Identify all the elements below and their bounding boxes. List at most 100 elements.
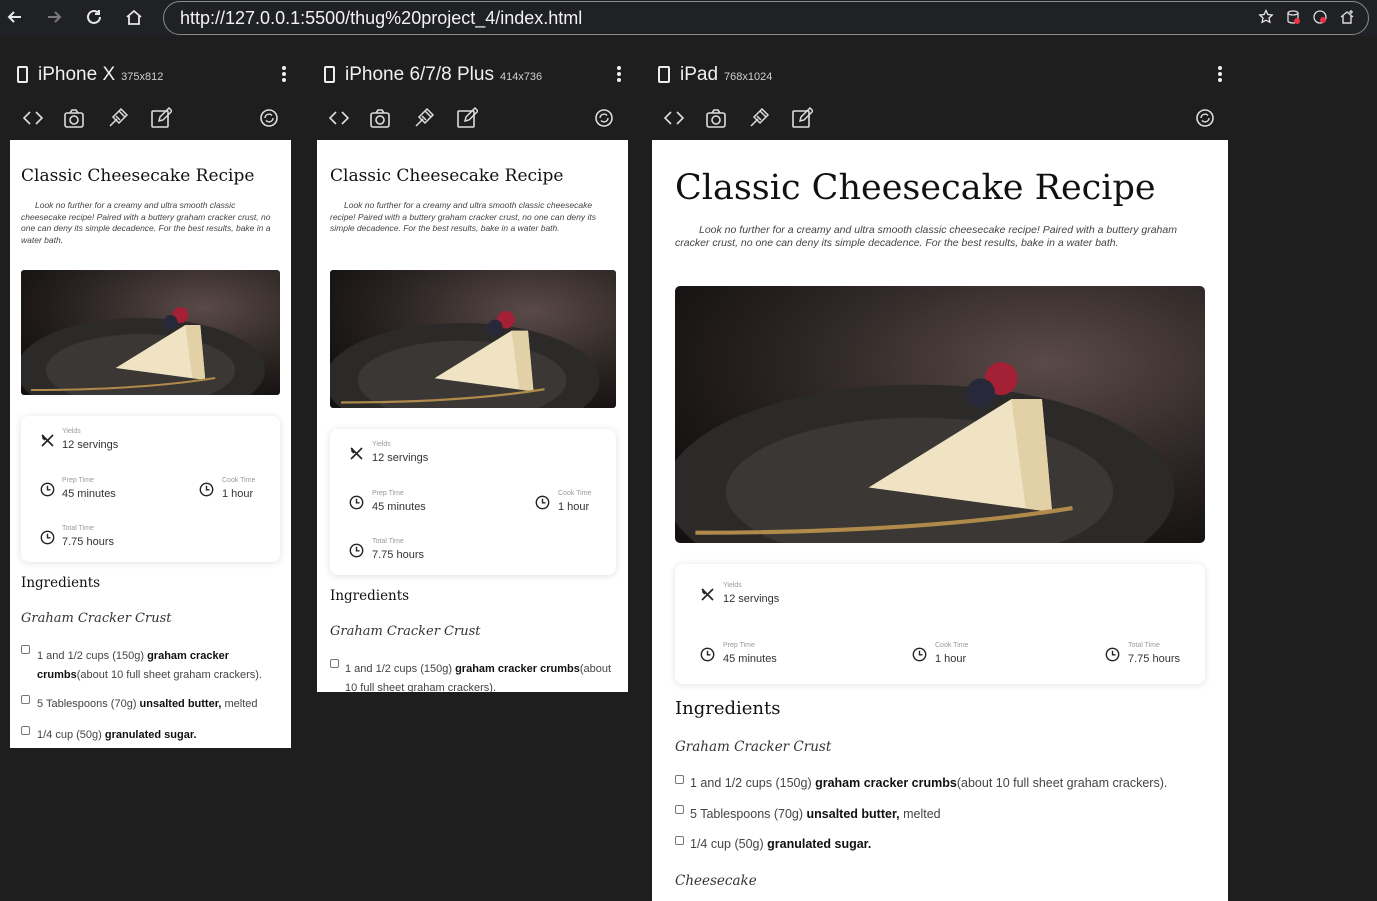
device-size: 768x1024 (724, 71, 773, 83)
device-menu-icon[interactable] (616, 66, 622, 82)
ingredient-checkbox[interactable] (675, 836, 684, 845)
reload-icon[interactable] (81, 4, 107, 30)
ingredient-checkbox[interactable] (675, 775, 684, 784)
page-title: Classic Cheesecake Recipe (330, 166, 564, 186)
device-header-iphone-x: iPhone X 375x812 (10, 58, 292, 92)
total-time-value: 7.75 hours (372, 549, 424, 561)
ingredient-checkbox[interactable] (21, 726, 30, 735)
clock-icon (199, 482, 214, 497)
preview-frame-iphone-plus: Classic Cheesecake Recipe Look no furthe… (317, 140, 628, 692)
ingredient-item: 5 Tablespoons (70g) unsalted butter, mel… (690, 807, 941, 821)
tablet-icon (658, 66, 670, 83)
ingredients-heading: Ingredients (21, 575, 101, 591)
total-time-label: Total Time (1128, 642, 1160, 649)
cheesecake-image (21, 270, 280, 395)
yields-value: 12 servings (62, 439, 119, 451)
clock-icon (912, 647, 927, 662)
ingredient-item: 5 Tablespoons (70g) unsalted butter, mel… (37, 698, 258, 710)
ingredient-item: 1/4 cup (50g) granulated sugar. (690, 837, 872, 851)
prep-time-value: 45 minutes (372, 501, 426, 513)
edit-icon[interactable] (791, 107, 813, 129)
recipe-description: Look no further for a creamy and ultra s… (330, 200, 596, 233)
device-header-ipad: iPad 768x1024 (652, 58, 1228, 92)
cheesecake-image (675, 286, 1205, 543)
back-icon[interactable] (2, 4, 28, 30)
extension-home-icon[interactable] (1338, 8, 1356, 26)
browser-toolbar: http://127.0.0.1:5500/thug%20project_4/i… (0, 0, 1377, 36)
device-menu-icon[interactable] (1217, 66, 1223, 82)
extension-color-icon[interactable] (1311, 8, 1329, 26)
ingredient-checkbox[interactable] (675, 805, 684, 814)
rotate-icon[interactable] (1194, 107, 1216, 129)
clock-icon (700, 647, 715, 662)
extension-database-icon[interactable] (1284, 8, 1302, 26)
yields-label: Yields (723, 582, 742, 589)
clock-icon (40, 530, 55, 545)
rotate-icon[interactable] (258, 107, 280, 129)
cook-time-label: Cook Time (558, 490, 592, 497)
picker-icon[interactable] (413, 107, 435, 129)
utensils-icon (350, 447, 363, 460)
picker-icon[interactable] (107, 107, 129, 129)
ingredient-checkbox[interactable] (21, 645, 30, 654)
screenshot-camera-icon[interactable] (705, 107, 727, 129)
device-name: iPad (680, 64, 719, 85)
crust-heading: Graham Cracker Crust (330, 624, 481, 639)
prep-time-value: 45 minutes (62, 488, 116, 500)
ingredient-checkbox[interactable] (330, 659, 339, 668)
home-icon[interactable] (121, 4, 147, 30)
forward-icon[interactable] (41, 4, 67, 30)
cook-time-value: 1 hour (558, 501, 590, 513)
clock-icon (1105, 647, 1120, 662)
cook-time-value: 1 hour (222, 488, 254, 500)
ingredients-heading: Ingredients (675, 698, 781, 719)
recipe-info-card: Yields 12 servings Prep Time 45 minutes … (675, 564, 1205, 684)
yields-label: Yields (372, 441, 391, 448)
ingredient-checkbox[interactable] (21, 695, 30, 704)
prep-time-label: Prep Time (62, 477, 94, 484)
utensils-icon (41, 434, 54, 447)
utensils-icon (701, 588, 714, 601)
device-size: 375x812 (121, 71, 164, 83)
cook-time-label: Cook Time (222, 477, 256, 484)
code-icon[interactable] (22, 107, 44, 129)
device-name: iPhone 6/7/8 Plus (345, 64, 494, 85)
page-title: Classic Cheesecake Recipe (675, 168, 1156, 208)
picker-icon[interactable] (748, 107, 770, 129)
device-size: 414x736 (499, 71, 543, 83)
prep-time-label: Prep Time (723, 642, 755, 649)
total-time-value: 7.75 hours (1128, 653, 1180, 665)
code-icon[interactable] (328, 107, 350, 129)
ingredient-item: 1 and 1/2 cups (150g) graham cracker cru… (37, 650, 263, 681)
screenshot-camera-icon[interactable] (63, 107, 85, 129)
recipe-description: Look no further for a creamy and ultra s… (675, 224, 1177, 249)
code-icon[interactable] (663, 107, 685, 129)
clock-icon (535, 495, 550, 510)
preview-frame-ipad: Classic Cheesecake Recipe Look no furthe… (652, 140, 1228, 901)
bookmark-star-icon[interactable] (1257, 8, 1275, 26)
device-header-iphone-plus: iPhone 6/7/8 Plus 414x736 (317, 58, 629, 92)
rotate-icon[interactable] (593, 107, 615, 129)
recipe-info-card: Yields 12 servings Prep Time 45 minutes … (330, 429, 616, 575)
crust-heading: Graham Cracker Crust (675, 739, 832, 755)
total-time-label: Total Time (62, 525, 94, 532)
edit-icon[interactable] (150, 107, 172, 129)
edit-icon[interactable] (456, 107, 478, 129)
cheesecake-heading: Cheesecake (675, 873, 757, 889)
screenshot-camera-icon[interactable] (369, 107, 391, 129)
address-bar[interactable]: http://127.0.0.1:5500/thug%20project_4/i… (163, 1, 1369, 35)
prep-time-label: Prep Time (372, 490, 404, 497)
page-title: Classic Cheesecake Recipe (21, 166, 255, 186)
phone-icon (324, 66, 335, 83)
ingredient-item: 1/4 cup (50g) granulated sugar. (37, 729, 197, 741)
yields-value: 12 servings (372, 452, 429, 464)
yields-label: Yields (62, 428, 81, 435)
prep-time-value: 45 minutes (723, 653, 777, 665)
url-text[interactable]: http://127.0.0.1:5500/thug%20project_4/i… (180, 8, 582, 29)
recipe-info-card: Yields 12 servings Prep Time 45 minutes … (21, 416, 280, 562)
device-menu-icon[interactable] (281, 66, 287, 82)
yields-value: 12 servings (723, 593, 780, 605)
preview-frame-iphone-x: Classic Cheesecake Recipe Look no furthe… (10, 140, 291, 748)
total-time-label: Total Time (372, 538, 404, 545)
phone-icon (17, 66, 28, 83)
